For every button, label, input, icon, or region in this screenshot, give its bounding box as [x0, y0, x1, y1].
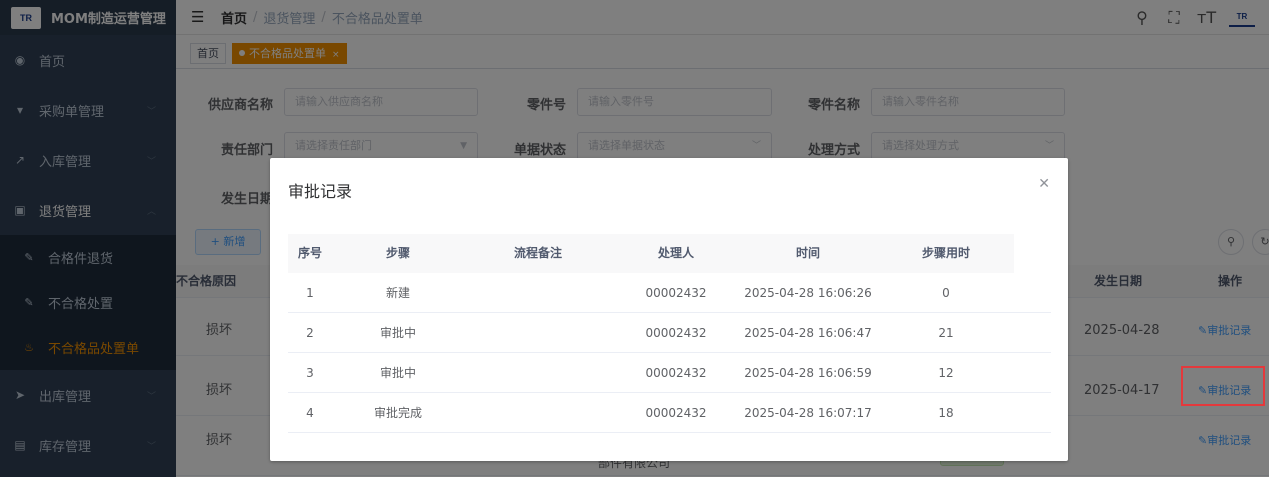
cell-seq: 3	[306, 366, 314, 380]
column-header-note: 流程备注	[513, 246, 562, 260]
cell-duration: 12	[938, 366, 954, 380]
cell-seq: 1	[306, 286, 314, 300]
table-row: 4 审批完成 00002432 2025-04-28 16:07:17 18	[288, 393, 1051, 433]
cell-seq: 4	[306, 406, 314, 420]
cell-time: 2025-04-28 16:06:59	[744, 366, 872, 380]
cell-duration: 0	[942, 286, 950, 300]
column-header-seq: 序号	[297, 246, 322, 260]
table-row: 1 新建 00002432 2025-04-28 16:06:26 0	[288, 273, 1051, 313]
close-icon[interactable]: ✕	[1038, 176, 1050, 192]
approval-record-dialog: 审批记录 ✕ 序号 步骤 流程备注 处理人 时间 步骤用时 1 新建 00002…	[270, 158, 1068, 461]
cell-step: 审批中	[379, 366, 416, 380]
cell-duration: 18	[938, 406, 954, 420]
column-header-duration: 步骤用时	[921, 246, 970, 260]
dialog-title: 审批记录	[288, 182, 353, 201]
cell-time: 2025-04-28 16:06:26	[744, 286, 872, 300]
approval-table: 序号 步骤 流程备注 处理人 时间 步骤用时 1 新建 00002432 202…	[288, 234, 1051, 433]
table-row: 3 审批中 00002432 2025-04-28 16:06:59 12	[288, 353, 1051, 393]
cell-step: 新建	[385, 286, 410, 300]
highlight-box	[1181, 366, 1265, 406]
cell-handler: 00002432	[645, 326, 707, 340]
cell-seq: 2	[306, 326, 314, 340]
column-header-time: 时间	[795, 246, 820, 260]
approval-table-header: 序号 步骤 流程备注 处理人 时间 步骤用时	[288, 234, 1014, 273]
table-row: 2 审批中 00002432 2025-04-28 16:06:47 21	[288, 313, 1051, 353]
cell-time: 2025-04-28 16:06:47	[744, 326, 872, 340]
cell-handler: 00002432	[645, 286, 707, 300]
cell-handler: 00002432	[645, 366, 707, 380]
column-header-step: 步骤	[385, 246, 410, 260]
cell-handler: 00002432	[645, 406, 707, 420]
cell-step: 审批中	[379, 326, 416, 340]
cell-duration: 21	[938, 326, 954, 340]
cell-time: 2025-04-28 16:07:17	[744, 406, 872, 420]
cell-step: 审批完成	[373, 406, 422, 420]
column-header-handler: 处理人	[657, 246, 694, 260]
